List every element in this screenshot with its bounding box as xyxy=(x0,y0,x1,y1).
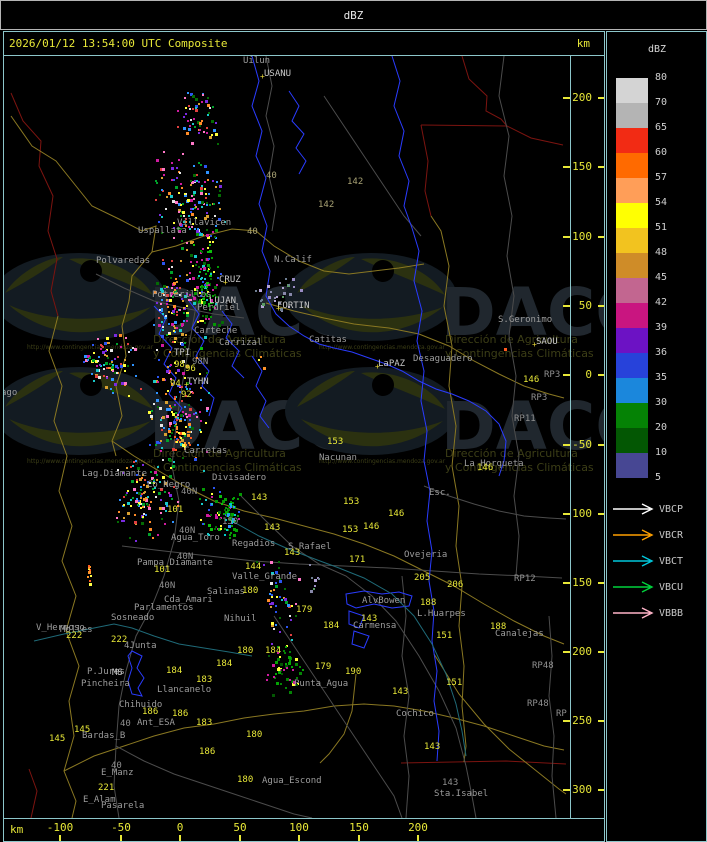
timestamp-text: 2026/01/12 13:54:00 UTC Composite xyxy=(9,37,228,50)
radar-map: DACC Dirección de Agricultura y Contingenc… xyxy=(4,56,604,819)
vbcp-arrow-icon xyxy=(613,503,654,515)
scale-swatch xyxy=(616,78,648,103)
scale-swatch xyxy=(616,428,648,453)
y-axis-tick-mark xyxy=(598,720,604,722)
scale-swatch xyxy=(616,128,648,153)
y-axis-tick-label: 50 xyxy=(578,299,592,312)
vector-legend-item: VBCR xyxy=(607,529,706,543)
scale-tick-label: 42 xyxy=(655,297,668,308)
x-axis-tick-mark xyxy=(120,835,122,841)
scale-tick-label: 60 xyxy=(655,147,668,158)
scale-swatch xyxy=(616,103,648,128)
x-axis-tick-label: 100 xyxy=(289,821,309,834)
y-axis-tick-label: -250 xyxy=(565,714,593,727)
vector-legend-label: VBCP xyxy=(659,504,684,515)
scale-swatch xyxy=(616,453,648,478)
scale-tick-label: 48 xyxy=(655,247,668,258)
y-axis-tick-mark xyxy=(598,305,604,307)
y-axis-tick-mark xyxy=(598,513,604,515)
scale-title: dBZ xyxy=(647,44,667,55)
scale-swatch xyxy=(616,228,648,253)
x-axis-tick-label: 0 xyxy=(176,821,184,834)
scale-tick-label: 36 xyxy=(655,347,668,358)
vector-legend-label: VBBB xyxy=(659,608,684,619)
y-axis-tick-mark xyxy=(598,374,604,376)
x-axis-tick-mark xyxy=(298,835,300,841)
scale-swatch xyxy=(616,353,648,378)
vector-legend-item: VBCU xyxy=(607,581,706,595)
vbcr-arrow-icon xyxy=(613,529,654,541)
radar-app-window: dBZ 2026/01/12 13:54:00 UTC Composite km… xyxy=(0,0,707,842)
vector-legend-label: VBCU xyxy=(659,582,684,593)
y-axis-tick-mark xyxy=(598,789,604,791)
scale-tick-label: 54 xyxy=(655,197,668,208)
color-scale-panel: dBZ 80 70 65 60 57 54 51 48 45 42 39 36 35 30 20 10 5 VB… xyxy=(606,31,707,842)
scale-tick-label: 57 xyxy=(655,172,668,183)
x-axis: km -100 -50 0 50 100 150 200 xyxy=(4,819,604,841)
y-axis-tick-label: 100 xyxy=(572,230,592,243)
scale-swatch xyxy=(616,378,648,403)
x-axis-tick-mark xyxy=(358,835,360,841)
scale-tick-label: 39 xyxy=(655,322,668,333)
y-axis-tick-mark xyxy=(598,166,604,168)
x-axis-tick-label: -100 xyxy=(46,821,74,834)
y-axis-tick-label: -50 xyxy=(572,438,592,451)
x-axis-tick-label: 50 xyxy=(233,821,247,834)
y-axis-tick-mark xyxy=(598,236,604,238)
scale-swatch xyxy=(616,328,648,353)
vbbb-arrow-icon xyxy=(613,607,654,619)
y-axis-tick-label: 200 xyxy=(572,91,592,104)
scale-tick-label: 70 xyxy=(655,97,668,108)
y-axis-tick-label: 0 xyxy=(585,368,592,381)
y-axis-tick-mark xyxy=(598,97,604,99)
scale-swatch xyxy=(616,403,648,428)
page-title: dBZ xyxy=(343,8,364,22)
x-axis-tick-label: 200 xyxy=(408,821,428,834)
y-axis-tick-mark xyxy=(598,582,604,584)
x-axis-tick-label: 150 xyxy=(349,821,369,834)
x-axis-unit-label: km xyxy=(10,823,24,836)
vector-legend-item: VBCP xyxy=(607,503,706,517)
vector-legend-label: VBCR xyxy=(659,530,684,541)
y-axis-tick-label: -200 xyxy=(565,645,593,658)
x-axis-tick-mark xyxy=(239,835,241,841)
y-axis-tick-label: 150 xyxy=(572,160,592,173)
scale-tick-label: 10 xyxy=(655,447,668,458)
x-axis-tick-label: -50 xyxy=(111,821,131,834)
y-axis-unit-label: km xyxy=(576,37,590,50)
scale-swatch xyxy=(616,278,648,303)
timestamp-bar: 2026/01/12 13:54:00 UTC Composite km xyxy=(4,32,604,56)
scale-swatch xyxy=(616,153,648,178)
scale-tick-label: 5 xyxy=(655,472,662,483)
x-axis-tick-mark xyxy=(417,835,419,841)
map-gutter-divider xyxy=(570,56,571,818)
x-axis-tick-mark xyxy=(179,835,181,841)
vbcu-arrow-icon xyxy=(613,581,654,593)
scale-swatch xyxy=(616,253,648,278)
y-axis-layer: 200 150 100 50 0 -50 -100 -150 -200 -250 -300 xyxy=(4,56,604,818)
y-axis-tick-label: -300 xyxy=(565,783,593,796)
scale-tick-label: 51 xyxy=(655,222,668,233)
y-axis-tick-mark xyxy=(598,444,604,446)
scale-tick-label: 35 xyxy=(655,372,668,383)
scale-tick-label: 20 xyxy=(655,422,668,433)
scale-tick-label: 80 xyxy=(655,72,668,83)
vector-legend-item: VBBB xyxy=(607,607,706,621)
scale-tick-label: 65 xyxy=(655,122,668,133)
y-axis-tick-label: -150 xyxy=(565,576,593,589)
scale-swatch xyxy=(616,178,648,203)
scale-swatch xyxy=(616,203,648,228)
scale-tick-label: 45 xyxy=(655,272,668,283)
vbct-arrow-icon xyxy=(613,555,654,567)
map-frame: 2026/01/12 13:54:00 UTC Composite km DAC… xyxy=(3,31,605,842)
vector-legend-label: VBCT xyxy=(659,556,684,567)
scale-tick-label: 30 xyxy=(655,397,668,408)
y-axis-tick-label: -100 xyxy=(565,507,593,520)
vector-legend-item: VBCT xyxy=(607,555,706,569)
x-axis-tick-mark xyxy=(59,835,61,841)
y-axis-tick-mark xyxy=(598,651,604,653)
title-bar: dBZ xyxy=(0,0,707,30)
scale-swatch xyxy=(616,303,648,328)
